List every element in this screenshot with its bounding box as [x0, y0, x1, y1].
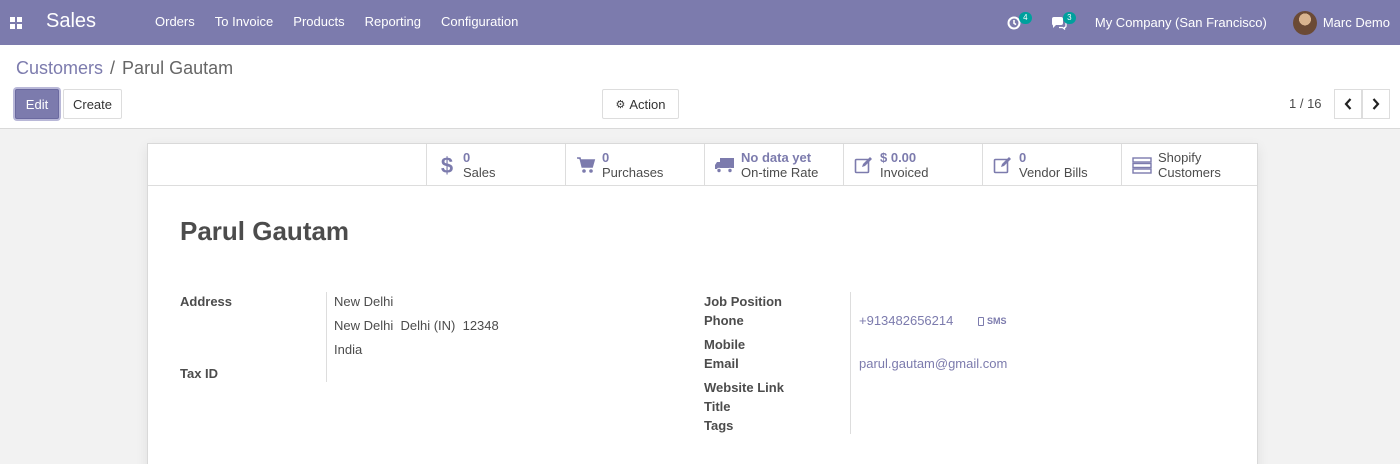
- company-switcher[interactable]: My Company (San Francisco): [1095, 15, 1267, 30]
- breadcrumb-separator: /: [110, 58, 116, 78]
- breadcrumb: Customers / Parul Gautam: [16, 58, 233, 79]
- dollar-icon: $: [441, 154, 453, 176]
- menu-orders[interactable]: Orders: [155, 14, 195, 29]
- shopify-customers-stat-button[interactable]: Shopify Customers: [1121, 144, 1260, 186]
- menu-reporting[interactable]: Reporting: [365, 14, 421, 29]
- vendor-bills-label: Vendor Bills: [1019, 165, 1088, 180]
- tax-id-label: Tax ID: [180, 366, 219, 381]
- email-value[interactable]: parul.gautam@gmail.com: [859, 356, 1007, 371]
- breadcrumb-current: Parul Gautam: [122, 58, 234, 78]
- on-time-rate-label: On-time Rate: [741, 165, 819, 180]
- main-menu: Orders To Invoice Products Reporting Con…: [155, 14, 538, 29]
- breadcrumb-customers[interactable]: Customers: [16, 58, 103, 79]
- smart-button-box: $ 0 Sales 0 Purchases No data yet On-tim…: [148, 144, 1257, 186]
- left-group-divider: [326, 292, 327, 382]
- messages-count-badge: 3: [1062, 11, 1076, 24]
- email-label: Email: [704, 356, 739, 371]
- pager-previous-button[interactable]: [1334, 89, 1362, 119]
- create-button[interactable]: Create: [63, 89, 122, 119]
- vendor-bills-stat-button[interactable]: 0 Vendor Bills: [982, 144, 1121, 186]
- purchases-value: 0: [602, 150, 610, 165]
- job-position-label: Job Position: [704, 294, 782, 309]
- address-line-2: New Delhi Delhi (IN) 12348: [334, 318, 499, 333]
- systray: 4 3 My Company (San Francisco) Marc Demo: [1007, 0, 1400, 45]
- invoiced-stat-button[interactable]: $ 0.00 Invoiced: [843, 144, 982, 186]
- action-label: Action: [629, 96, 666, 112]
- gear-icon: ⚙: [615, 98, 626, 111]
- mobile-label: Mobile: [704, 337, 746, 352]
- phone-label: Phone: [704, 313, 744, 328]
- purchases-label: Purchases: [602, 165, 664, 180]
- sales-value: 0: [463, 150, 471, 165]
- truck-icon: [715, 158, 734, 174]
- pager-value[interactable]: 1 / 16: [1289, 96, 1322, 111]
- phone-value[interactable]: +913482656214: [859, 313, 953, 328]
- activity-button[interactable]: 4: [1007, 11, 1033, 33]
- invoiced-value: $ 0.00: [880, 150, 917, 165]
- on-time-rate-stat-button[interactable]: No data yet On-time Rate: [704, 144, 843, 186]
- chevron-right-icon: [1372, 98, 1380, 110]
- user-avatar[interactable]: [1292, 10, 1317, 35]
- sms-button[interactable]: SMS: [978, 316, 1007, 326]
- edit-button[interactable]: Edit: [15, 89, 59, 119]
- mobile-phone-icon: [978, 316, 984, 326]
- chevron-left-icon: [1344, 98, 1352, 110]
- title-label: Title: [704, 399, 731, 414]
- action-button[interactable]: ⚙ Action: [602, 89, 679, 119]
- menu-products[interactable]: Products: [293, 14, 344, 29]
- address-line-3: India: [334, 342, 363, 357]
- purchases-stat-button[interactable]: 0 Purchases: [565, 144, 704, 186]
- server-icon: [1132, 157, 1152, 174]
- app-title[interactable]: Sales: [46, 10, 96, 33]
- edit-icon: [854, 157, 872, 174]
- partner-name: Parul Gautam: [180, 216, 350, 246]
- website-label: Website Link: [704, 380, 784, 395]
- menu-to-invoice[interactable]: To Invoice: [215, 14, 274, 29]
- menu-configuration[interactable]: Configuration: [441, 14, 518, 29]
- messages-button[interactable]: 3: [1051, 11, 1077, 33]
- invoiced-label: Invoiced: [880, 165, 929, 180]
- form-sheet: $ 0 Sales 0 Purchases No data yet On-tim…: [147, 143, 1258, 464]
- on-time-rate-value: No data yet: [741, 150, 812, 165]
- top-navbar: Sales Orders To Invoice Products Reporti…: [0, 0, 1400, 45]
- control-panel: Customers / Parul Gautam Edit Create ⚙ A…: [0, 45, 1400, 129]
- cart-icon: [577, 157, 596, 173]
- tags-label: Tags: [704, 418, 734, 433]
- edit-icon: [993, 157, 1011, 174]
- user-menu[interactable]: Marc Demo: [1323, 15, 1390, 30]
- sms-label: SMS: [987, 316, 1007, 326]
- svg-text:$: $: [441, 154, 453, 176]
- right-group-divider: [850, 292, 851, 434]
- address-label: Address: [180, 294, 233, 309]
- sales-label: Sales: [463, 165, 496, 180]
- shopify-label: Shopify: [1158, 150, 1202, 165]
- sales-stat-button[interactable]: $ 0 Sales: [426, 144, 565, 186]
- activity-count-badge: 4: [1018, 11, 1032, 24]
- shopify-customers-label: Customers: [1158, 165, 1221, 180]
- address-line-1: New Delhi: [334, 294, 394, 309]
- apps-menu-icon[interactable]: [10, 17, 22, 29]
- pager-next-button[interactable]: [1362, 89, 1390, 119]
- vendor-bills-value: 0: [1019, 150, 1027, 165]
